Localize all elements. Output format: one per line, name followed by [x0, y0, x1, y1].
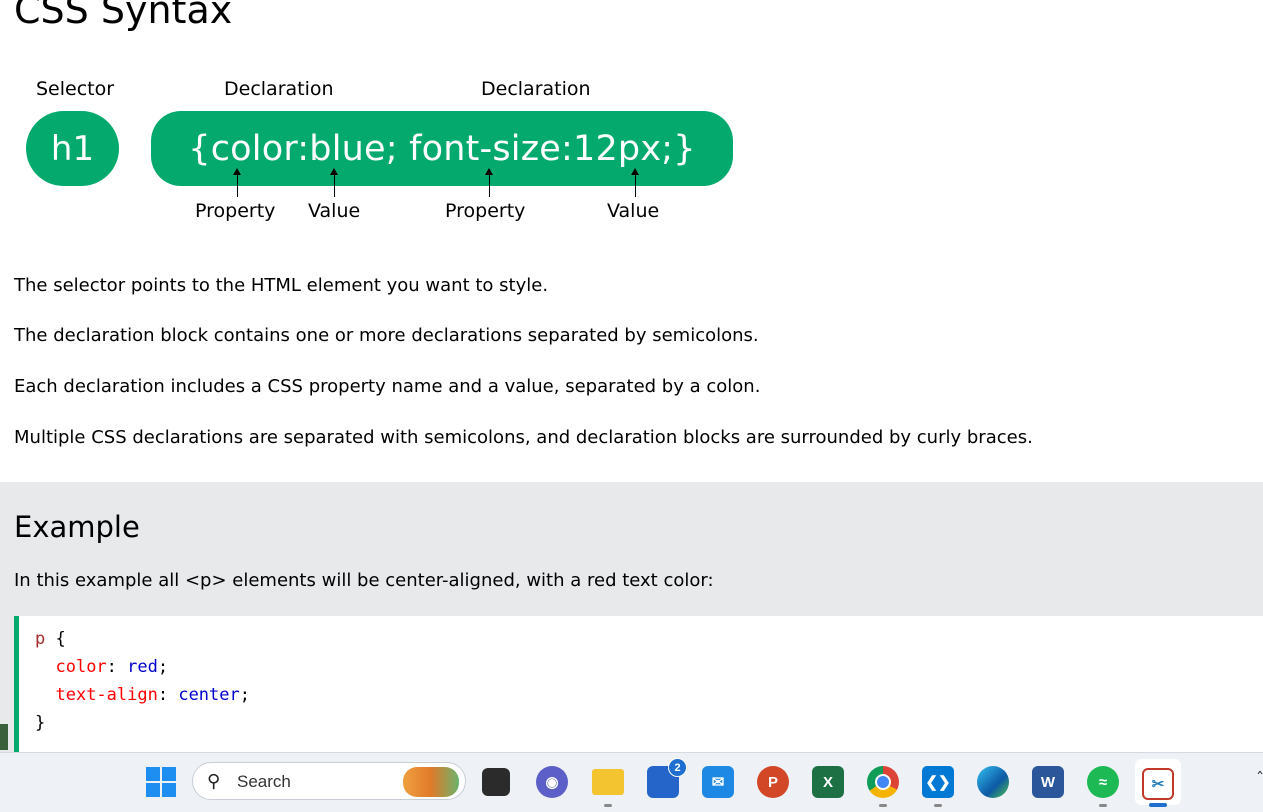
code-property: color — [55, 657, 107, 677]
task-view-icon[interactable] — [482, 768, 510, 796]
code-property: text-align — [55, 685, 158, 705]
css-syntax-diagram: Selector Declaration Declaration h1 {col… — [0, 70, 760, 240]
code-line: color: red; — [55, 657, 169, 677]
search-icon: ⚲ — [207, 771, 221, 792]
running-indicator — [604, 804, 612, 807]
window-edge-marker — [0, 724, 8, 750]
code-line: p { — [35, 629, 66, 649]
spotify-icon[interactable]: ≈ — [1087, 766, 1119, 798]
example-panel: Example In this example all <p> elements… — [0, 482, 1263, 752]
property-label: Property — [195, 200, 276, 222]
search-highlight-icon — [403, 767, 459, 797]
value-arrow — [631, 168, 639, 197]
code-selector: p — [35, 629, 46, 649]
code-example[interactable]: p { color: red; text-align: center; } — [14, 616, 1263, 752]
property-label: Property — [445, 200, 526, 222]
code-line: text-align: center; — [55, 685, 250, 705]
chevron-up-icon[interactable]: ˆ — [1256, 769, 1263, 788]
snipping-tool-icon[interactable]: ✂ — [1142, 768, 1174, 800]
video-chat-icon[interactable]: ◉ — [536, 766, 568, 798]
selector-label: Selector — [36, 78, 115, 100]
example-text: In this example all <p> elements will be… — [14, 570, 714, 591]
store-icon[interactable]: 2 — [647, 758, 687, 798]
description-paragraph: The declaration block contains one or mo… — [14, 325, 759, 346]
description-paragraph: The selector points to the HTML element … — [14, 275, 549, 296]
folder-icon[interactable] — [592, 769, 624, 795]
value-label: Value — [607, 200, 660, 222]
description-paragraph: Multiple CSS declarations are separated … — [14, 427, 1033, 448]
value-arrow — [330, 168, 338, 197]
example-heading: Example — [14, 510, 140, 544]
code-value: red — [127, 657, 158, 677]
running-indicator — [879, 804, 887, 807]
edge-icon[interactable] — [977, 766, 1009, 798]
vscode-icon[interactable]: ❮❯ — [922, 766, 954, 798]
running-indicator — [1099, 804, 1107, 807]
taskbar: ⚲ Search ◉ 2 ✉ P X ❮❯ W ≈ ✂ ˆ — [0, 752, 1263, 812]
chrome-icon[interactable] — [867, 766, 899, 798]
value-label: Value — [308, 200, 361, 222]
page-title: CSS Syntax — [14, 0, 233, 32]
description-paragraph: Each declaration includes a CSS property… — [14, 376, 761, 397]
running-indicator — [934, 804, 942, 807]
declaration-label: Declaration — [481, 78, 591, 100]
property-arrow — [485, 168, 493, 197]
notification-badge: 2 — [668, 758, 687, 777]
property-arrow — [233, 168, 241, 197]
excel-icon[interactable]: X — [812, 766, 844, 798]
powerpoint-icon[interactable]: P — [757, 766, 789, 798]
code-value: center — [178, 685, 240, 705]
code-close-brace: } — [35, 713, 46, 733]
active-indicator — [1149, 803, 1167, 807]
word-icon[interactable]: W — [1032, 766, 1064, 798]
code-line: } — [35, 713, 45, 733]
taskbar-search-input[interactable]: ⚲ Search — [192, 762, 466, 800]
mail-icon[interactable]: ✉ — [702, 766, 734, 798]
selector-pill: h1 — [26, 111, 119, 186]
declaration-label: Declaration — [224, 78, 334, 100]
windows-start-icon[interactable] — [146, 767, 176, 797]
search-placeholder: Search — [237, 772, 291, 791]
code-open-brace: { — [45, 629, 66, 649]
